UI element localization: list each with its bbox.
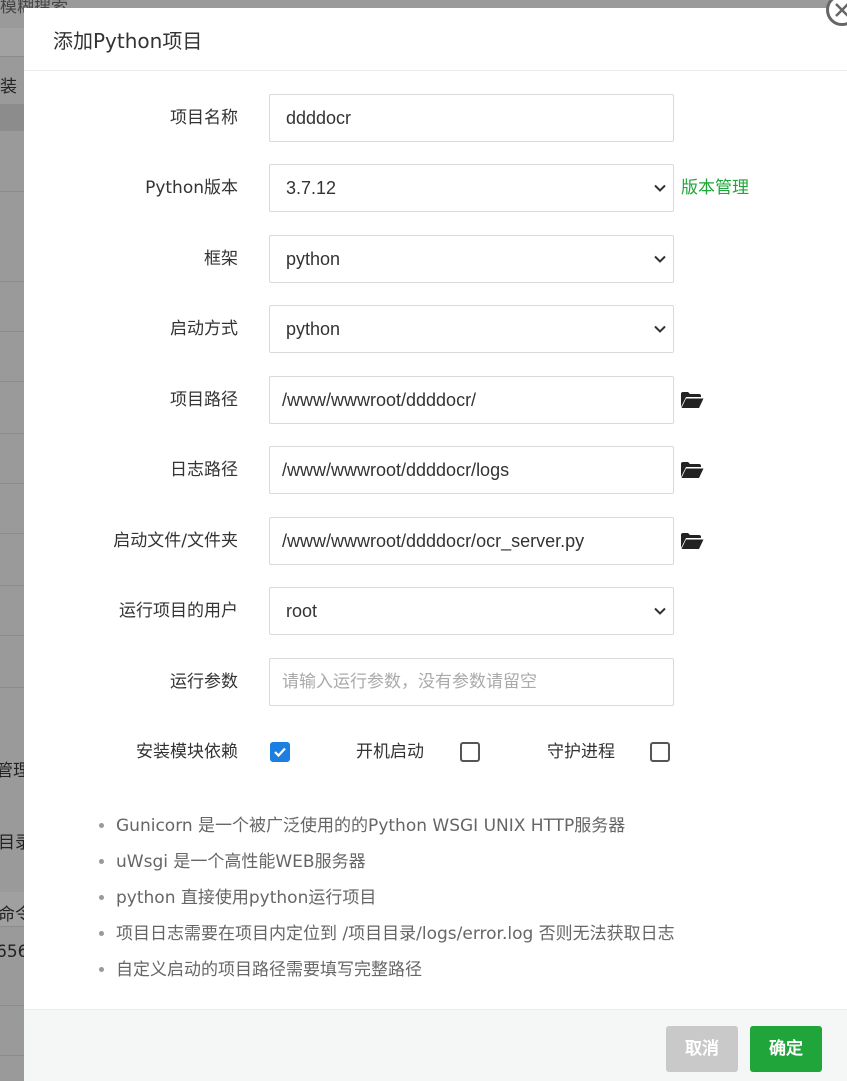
row-framework: 框架 python bbox=[24, 235, 847, 283]
help-note: uWsgi 是一个高性能WEB服务器 bbox=[116, 844, 675, 880]
install-deps-label: 安装模块依赖 bbox=[136, 742, 238, 762]
project-name-label: 项目名称 bbox=[170, 108, 238, 128]
start-mode-value: python bbox=[286, 319, 341, 339]
chevron-down-icon bbox=[654, 325, 666, 333]
log-path-label: 日志路径 bbox=[170, 460, 238, 480]
bg-row bbox=[0, 634, 24, 636]
autostart-label: 开机启动 bbox=[356, 742, 424, 762]
chevron-down-icon bbox=[654, 255, 666, 263]
row-start-mode: 启动方式 python bbox=[24, 305, 847, 353]
folder-open-icon[interactable] bbox=[680, 461, 704, 479]
bg-row bbox=[0, 482, 24, 484]
python-version-value: 3.7.12 bbox=[286, 178, 337, 198]
dialog-header: 添加Python项目 bbox=[24, 8, 847, 71]
start-mode-label: 启动方式 bbox=[170, 319, 238, 339]
run-user-select[interactable]: root bbox=[269, 587, 674, 635]
help-note: 自定义启动的项目路径需要填写完整路径 bbox=[116, 952, 675, 988]
framework-value: python bbox=[286, 249, 341, 269]
dialog-title: 添加Python项目 bbox=[53, 28, 203, 53]
project-path-label: 项目路径 bbox=[170, 390, 238, 410]
row-run-user: 运行项目的用户 root bbox=[24, 587, 847, 635]
help-notes: Gunicorn 是一个被广泛使用的的Python WSGI UNIX HTTP… bbox=[92, 808, 675, 988]
folder-open-icon[interactable] bbox=[680, 532, 704, 550]
bg-row bbox=[0, 1004, 24, 1006]
row-run-args: 运行参数 请输入运行参数，没有参数请留空 bbox=[24, 658, 847, 706]
autostart-checkbox[interactable] bbox=[460, 742, 480, 762]
run-args-label: 运行参数 bbox=[170, 672, 238, 692]
dialog-footer: 取消 确定 bbox=[24, 1009, 847, 1081]
bg-row bbox=[0, 1054, 24, 1056]
python-version-label: Python版本 bbox=[145, 178, 238, 198]
bg-row bbox=[0, 686, 24, 688]
options-row: 安装模块依赖 开机启动 守护进程 bbox=[24, 734, 847, 770]
bg-install-text: 装 bbox=[0, 77, 17, 97]
chevron-down-icon bbox=[654, 607, 666, 615]
start-mode-select[interactable]: python bbox=[269, 305, 674, 353]
bg-row bbox=[0, 280, 24, 282]
run-user-value: root bbox=[286, 601, 318, 621]
run-user-label: 运行项目的用户 bbox=[119, 601, 238, 621]
version-manage-link[interactable]: 版本管理 bbox=[681, 164, 749, 212]
folder-open-icon[interactable] bbox=[680, 391, 704, 409]
row-python-version: Python版本 3.7.12 版本管理 bbox=[24, 164, 847, 212]
project-name-input[interactable]: ddddocr bbox=[269, 94, 674, 142]
cancel-button[interactable]: 取消 bbox=[666, 1026, 738, 1072]
help-note: Gunicorn 是一个被广泛使用的的Python WSGI UNIX HTTP… bbox=[116, 808, 675, 844]
bg-row bbox=[0, 104, 24, 131]
daemon-checkbox[interactable] bbox=[650, 742, 670, 762]
start-file-input[interactable]: /www/wwwroot/ddddocr/ocr_server.py bbox=[269, 517, 674, 565]
add-python-project-dialog: 添加Python项目 项目名称 ddddocr Python版本 3.7.12 … bbox=[24, 8, 847, 1081]
daemon-label: 守护进程 bbox=[547, 742, 615, 762]
python-version-select[interactable]: 3.7.12 bbox=[269, 164, 674, 212]
bg-row bbox=[0, 584, 24, 586]
bg-row bbox=[0, 28, 24, 57]
run-args-input[interactable]: 请输入运行参数，没有参数请留空 bbox=[269, 658, 674, 706]
framework-select[interactable]: python bbox=[269, 235, 674, 283]
bg-row bbox=[0, 532, 24, 534]
help-note: python 直接使用python运行项目 bbox=[116, 880, 675, 916]
log-path-input[interactable]: /www/wwwroot/ddddocr/logs bbox=[269, 446, 674, 494]
row-log-path: 日志路径 /www/wwwroot/ddddocr/logs bbox=[24, 446, 847, 494]
row-start-file: 启动文件/文件夹 /www/wwwroot/ddddocr/ocr_server… bbox=[24, 517, 847, 565]
bg-row bbox=[0, 190, 24, 192]
confirm-button[interactable]: 确定 bbox=[750, 1026, 822, 1072]
bg-row bbox=[0, 380, 24, 382]
help-note: 项目日志需要在项目内定位到 /项目目录/logs/error.log 否则无法获… bbox=[116, 916, 675, 952]
bg-row bbox=[0, 432, 24, 434]
chevron-down-icon bbox=[654, 184, 666, 192]
row-project-name: 项目名称 ddddocr bbox=[24, 94, 847, 142]
install-deps-checkbox[interactable] bbox=[270, 742, 290, 762]
close-icon bbox=[835, 3, 847, 17]
project-path-input[interactable]: /www/wwwroot/ddddocr/ bbox=[269, 376, 674, 424]
row-project-path: 项目路径 /www/wwwroot/ddddocr/ bbox=[24, 376, 847, 424]
framework-label: 框架 bbox=[204, 249, 238, 269]
checkmark-icon bbox=[274, 747, 286, 758]
bg-row bbox=[0, 330, 24, 332]
start-file-label: 启动文件/文件夹 bbox=[113, 531, 238, 551]
